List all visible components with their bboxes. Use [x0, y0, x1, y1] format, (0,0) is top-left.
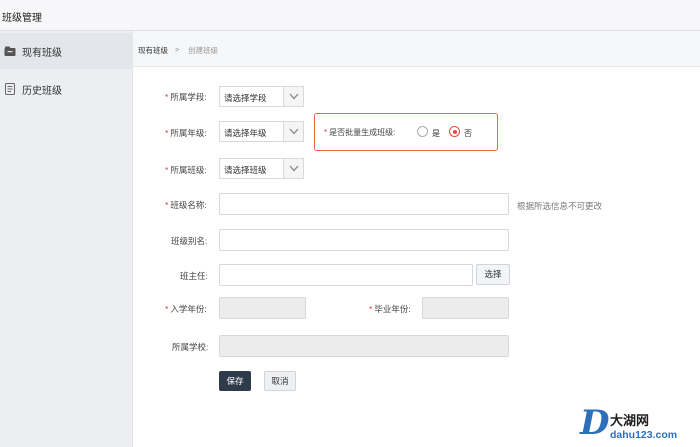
school-input: [219, 335, 509, 357]
alias-label: 班级别名:: [171, 236, 208, 246]
batch-yes-label[interactable]: 是: [432, 128, 440, 139]
head-teacher-input[interactable]: [219, 264, 473, 286]
select-teacher-button[interactable]: 选择: [476, 264, 510, 285]
sidebar-item-current-classes[interactable]: 现有班级: [0, 33, 133, 69]
grade-select[interactable]: 请选择年级: [219, 121, 304, 142]
batch-generate-group: * 是否批量生成班级: 是 否: [314, 113, 498, 151]
chevron-down-icon: [283, 122, 303, 141]
breadcrumb-current: 创建班级: [188, 46, 218, 55]
top-bar: 班级管理: [0, 0, 700, 31]
batch-generate-label: * 是否批量生成班级:: [324, 128, 396, 137]
watermark-logo: D 大湖网 dahu123.com: [580, 405, 698, 445]
class-name-input[interactable]: [219, 193, 509, 215]
cancel-button[interactable]: 取消: [264, 371, 296, 391]
enroll-year-input: [219, 297, 306, 319]
class-label: * 所属班级:: [165, 165, 207, 175]
grad-year-input: [422, 297, 509, 319]
chevron-down-icon: [283, 87, 303, 106]
class-name-label: * 班级名称:: [165, 200, 207, 210]
class-name-hint: 根据所选信息不可更改: [517, 201, 603, 211]
stage-label: * 所属学段:: [165, 92, 207, 102]
breadcrumb-separator: >: [175, 45, 180, 54]
chevron-down-icon: [283, 159, 303, 178]
batch-no-radio[interactable]: [449, 126, 460, 137]
sidebar: 现有班级 历史班级: [0, 31, 133, 447]
archive-icon: [4, 83, 16, 95]
head-teacher-label: 班主任:: [180, 271, 208, 281]
sidebar-item-label: 历史班级: [22, 85, 62, 97]
grad-year-label: * 毕业年份:: [369, 304, 411, 314]
breadcrumb-home-link[interactable]: 现有班级: [138, 45, 168, 56]
class-select[interactable]: 请选择班级: [219, 158, 304, 179]
batch-no-label[interactable]: 否: [464, 128, 472, 139]
sidebar-item-history-classes[interactable]: 历史班级: [0, 71, 133, 107]
watermark-letter: D: [580, 403, 610, 443]
breadcrumb: 现有班级 > 创建班级: [133, 31, 700, 67]
sidebar-item-label: 现有班级: [22, 47, 62, 59]
batch-yes-radio[interactable]: [417, 126, 428, 137]
grade-label: * 所属年级:: [165, 128, 207, 138]
stage-select[interactable]: 请选择学段: [219, 86, 304, 107]
watermark-name: 大湖网: [610, 413, 650, 428]
app-title: 班级管理: [2, 13, 42, 24]
alias-input[interactable]: [219, 229, 509, 251]
save-button[interactable]: 保存: [219, 371, 251, 391]
school-label: 所属学校:: [172, 342, 209, 352]
watermark-url: dahu123.com: [610, 429, 678, 441]
enroll-year-label: * 入学年份:: [165, 304, 207, 314]
folder-icon: [4, 45, 16, 57]
